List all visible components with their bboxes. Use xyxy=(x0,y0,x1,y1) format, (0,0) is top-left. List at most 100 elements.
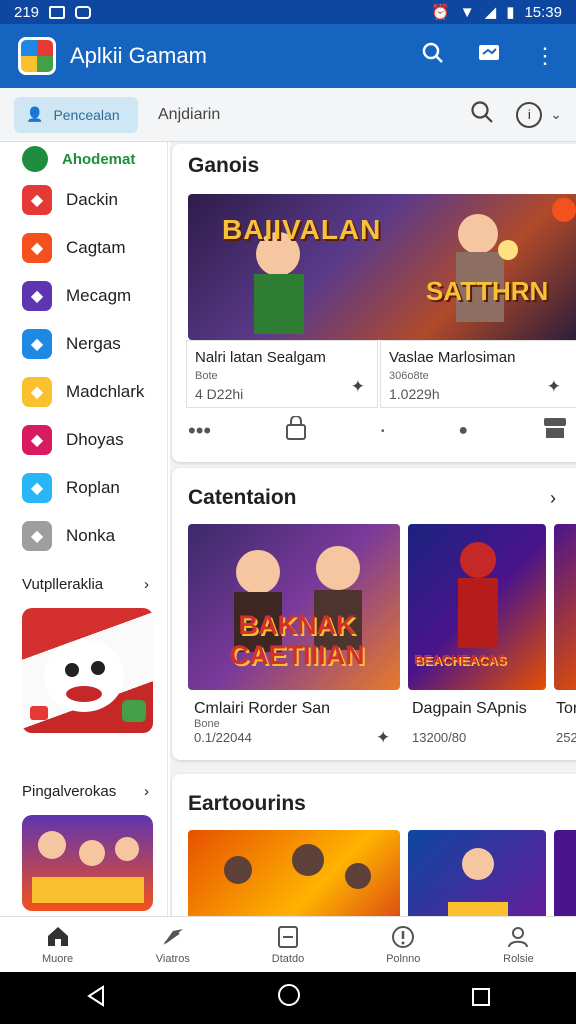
status-left-text: 219 xyxy=(14,3,40,21)
category-thumbnail[interactable] xyxy=(554,524,576,690)
chevron-right-icon[interactable]: › xyxy=(550,488,556,509)
back-icon[interactable] xyxy=(85,983,107,1014)
hero-title: BAIIVALAN xyxy=(222,214,382,245)
section-title: Catentaion xyxy=(188,486,297,509)
section-title: Vutplleraklia xyxy=(22,575,104,593)
sidebar-item-label: Cagtam xyxy=(66,238,126,257)
toolbar: 👤 Pencealan Anjdiarin i ⌄ xyxy=(0,88,576,142)
dot-icon: • xyxy=(380,425,385,437)
game-size: 4 D22hi xyxy=(195,386,244,402)
sidebar-item[interactable]: ◆ Madchlark xyxy=(0,368,167,416)
category-thumbnail[interactable]: BAKNAK CAETIIIAN xyxy=(188,524,400,690)
chevron-down-icon[interactable]: ⌄ xyxy=(550,106,562,123)
message-icon[interactable] xyxy=(476,43,502,69)
nav-label: Polnno xyxy=(386,952,421,965)
category-icon: ◆ xyxy=(22,521,52,551)
app-bar: Aplkii Gamam ⋮ xyxy=(0,24,576,88)
category-icon: ◆ xyxy=(22,377,52,407)
nav-send[interactable]: Viatros xyxy=(115,917,230,972)
category-icon: ◆ xyxy=(22,473,52,503)
nav-profile[interactable]: Rolsie xyxy=(461,917,576,972)
category-thumbnail[interactable]: BEACHEACAS xyxy=(408,524,546,690)
sidebar-item-label: Ahodemat xyxy=(62,150,136,168)
sidebar-item[interactable]: ◆ Cagtam xyxy=(0,224,167,272)
category-thumbnail[interactable] xyxy=(554,830,576,916)
bookmark-icon[interactable]: ✦ xyxy=(376,728,390,748)
section-title: Pingalverokas xyxy=(22,782,117,800)
sidebar-item-label: Nonka xyxy=(66,526,116,545)
bottom-navigation: Muore Viatros Dtatdo Polnno Rolsie xyxy=(0,916,576,972)
category-size: 0.1/22044 xyxy=(194,730,252,745)
promo-image[interactable] xyxy=(22,608,153,733)
thumbnail-art-text: BEACHEACAS xyxy=(414,652,506,667)
nav-label: Rolsie xyxy=(503,952,534,965)
sidebar-item[interactable]: ◆ Dackin xyxy=(0,176,167,224)
category-sub: Bone xyxy=(194,718,220,730)
filter-chip[interactable]: 👤 Pencealan xyxy=(14,96,138,133)
system-navigation-bar xyxy=(0,972,576,1024)
category-thumbnail[interactable] xyxy=(408,830,546,916)
game-name: Vaslae Marlosiman xyxy=(389,349,516,366)
sidebar: Ahodemat ◆ Dackin ◆ Cagtam ◆ Mecagm ◆ Nergas ◆ Ma… xyxy=(0,142,168,916)
main-content: Ganois BAIIVALAN SATTHRN Nalri latan Sea… xyxy=(170,142,576,916)
send-icon xyxy=(161,925,185,951)
featured-banner[interactable]: BAIIVALAN SATTHRN xyxy=(188,194,576,340)
sidebar-item[interactable]: ◆ Roplan xyxy=(0,464,167,512)
section-title: Eartoourins xyxy=(188,792,306,815)
nav-info[interactable]: Polnno xyxy=(346,917,461,972)
thumbnail-art-text: BAKNAK CAETIIIAN xyxy=(229,610,365,670)
info-icon xyxy=(391,925,415,951)
toolbar-title: Anjdiarin xyxy=(158,105,221,123)
sidebar-item-label: Dackin xyxy=(66,190,118,209)
person-icon: 👤 xyxy=(26,106,44,122)
sidebar-item[interactable]: ◆ Dhoyas xyxy=(0,416,167,464)
notification-icon xyxy=(75,5,92,19)
sidebar-item-active[interactable]: Ahodemat xyxy=(0,142,167,176)
profile-icon xyxy=(506,925,530,951)
lock-icon[interactable] xyxy=(285,415,307,446)
category-thumbnail[interactable] xyxy=(188,830,400,916)
battery-icon: ▮ xyxy=(506,4,515,21)
app-logo xyxy=(18,37,56,75)
bookmark-icon[interactable]: ✦ xyxy=(547,377,561,397)
sidebar-item-label: Nergas xyxy=(66,334,121,353)
nav-label: Dtatdo xyxy=(271,952,305,965)
sidebar-item[interactable]: ◆ Nergas xyxy=(0,320,167,368)
search-icon[interactable] xyxy=(470,100,494,130)
filter-chip-label: Pencealan xyxy=(53,106,120,123)
info-icon[interactable]: i xyxy=(516,101,543,128)
game-category: Bote xyxy=(195,370,218,382)
games-card: Ganois BAIIVALAN SATTHRN Nalri latan Sea… xyxy=(172,144,576,462)
nav-home[interactable]: Muore xyxy=(0,917,115,972)
document-icon xyxy=(276,925,300,951)
chevron-right-icon: › xyxy=(144,575,149,593)
home-button-icon[interactable] xyxy=(277,983,301,1014)
sidebar-item[interactable]: ◆ Nonka xyxy=(0,512,167,560)
chevron-right-icon: › xyxy=(144,782,149,800)
more-icon[interactable]: ••• xyxy=(188,418,211,444)
bookmark-icon[interactable]: ✦ xyxy=(351,377,365,397)
sidebar-section-header[interactable]: Vutplleraklia › xyxy=(0,566,167,602)
game-card[interactable]: Nalri latan Sealgam Bote 4 D22hi ✦ xyxy=(186,340,378,408)
category-name: Cmlairi Rorder San xyxy=(194,700,331,717)
store-icon[interactable] xyxy=(542,416,568,446)
nav-document[interactable]: Dtatdo xyxy=(230,917,345,972)
category-name: Tor xyxy=(556,700,576,717)
category-icon: ◆ xyxy=(22,185,52,215)
nav-label: Muore xyxy=(42,952,74,965)
alarm-icon: ⏰ xyxy=(431,4,450,21)
search-icon[interactable] xyxy=(420,42,446,70)
category-size: 13200/80 xyxy=(412,730,467,745)
game-card[interactable]: Vaslae Marlosiman 306o8te 1.0229h ✦ xyxy=(380,340,576,408)
play-icon[interactable] xyxy=(552,198,576,222)
signal-icon: ◢ xyxy=(484,4,497,21)
circle-icon[interactable]: ● xyxy=(458,422,468,440)
sidebar-section-header[interactable]: Pingalverokas › xyxy=(0,773,167,809)
sidebar-item[interactable]: ◆ Mecagm xyxy=(0,272,167,320)
status-time: 15:39 xyxy=(524,3,562,21)
status-bar: 219 ⏰ ▼ ◢ ▮ 15:39 xyxy=(0,0,576,24)
home-icon xyxy=(46,925,70,951)
more-vert-icon[interactable]: ⋮ xyxy=(532,43,558,69)
promo-image[interactable] xyxy=(22,815,153,911)
recents-icon[interactable] xyxy=(471,983,491,1014)
